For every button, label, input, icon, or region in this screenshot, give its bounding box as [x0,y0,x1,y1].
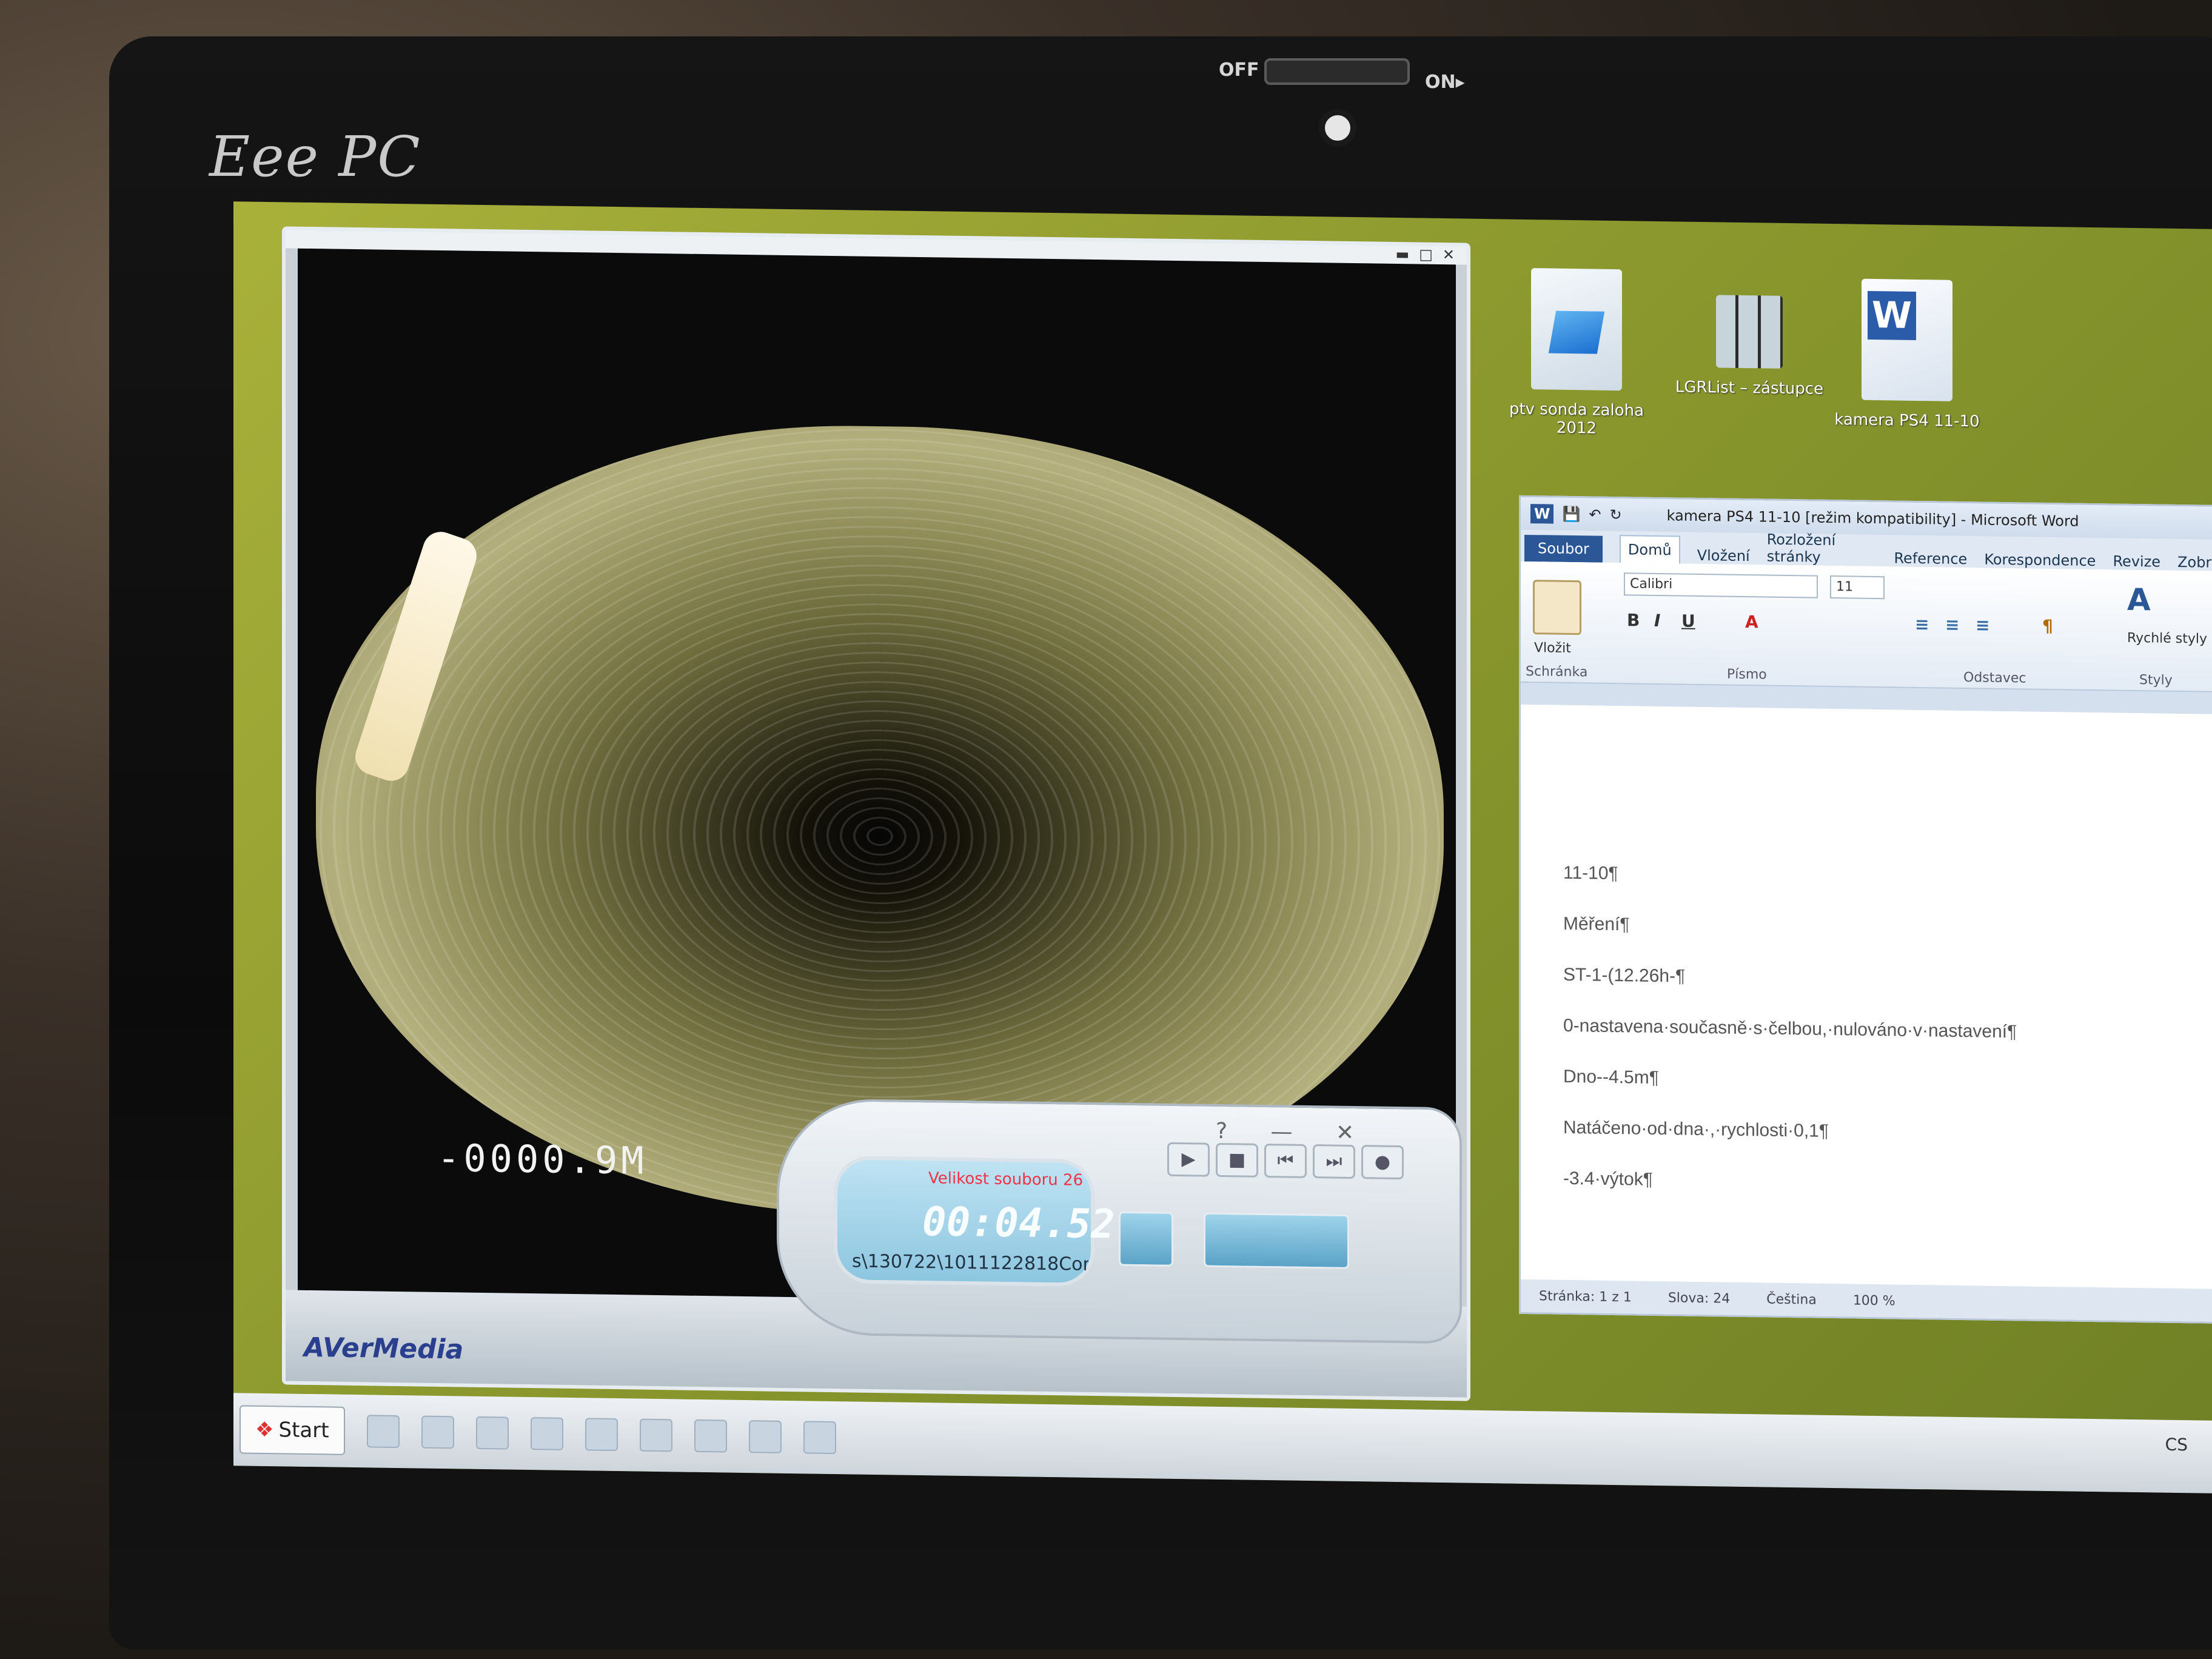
doc-line: Natáčeno·od·dna·,·rychlosti·0,1¶ [1563,1117,1829,1141]
align-center-icon[interactable]: ≡ [1945,615,1959,635]
tab-home[interactable]: Domů [1619,535,1680,564]
taskbar-explorer-icon[interactable] [366,1415,400,1449]
doc-line: 0-nastavena·současně·s·čelbou,·nulováno·… [1563,1015,2017,1042]
undo-icon[interactable]: ↶ [1589,506,1601,523]
previous-button[interactable]: ⏮ [1264,1143,1307,1178]
show-formatting-icon[interactable]: ¶ [2042,616,2053,636]
paste-button-label[interactable]: Vložit [1534,640,1571,656]
word-app-icon[interactable]: W [1530,504,1554,524]
font-size-select[interactable]: 11 [1830,575,1885,600]
tab-page-layout[interactable]: Rozložení stránky [1767,531,1877,567]
photo-background: Eee PC OFF ON▸ ptv sonda zaloha 2012 LGR… [0,0,2212,1659]
media-functions-tile[interactable] [1204,1212,1349,1269]
next-button[interactable]: ⏭ [1313,1144,1355,1179]
desktop-icon-label: ptv sonda zaloha 2012 [1509,400,1644,438]
doc-line: Měření¶ [1563,913,1630,935]
taskbar-monitor-icon[interactable] [748,1420,782,1453]
system-tray[interactable]: CS [2165,1435,2188,1455]
ribbon-home: Vložit Calibri 11 B I U A ≡ ≡ ≡ ¶ A Rych… [1521,561,2212,692]
desktop-icon-label: LGRList – zástupce [1675,378,1824,398]
tab-references[interactable]: Reference [1894,549,1967,568]
redo-icon[interactable]: ↻ [1609,506,1621,523]
tab-file[interactable]: Soubor [1524,534,1603,563]
close-icon[interactable]: ✕ [1443,246,1455,264]
taskbar-media-icon[interactable] [421,1415,454,1449]
depth-overlay: -0000.9M [437,1135,648,1183]
notepad-icon [1531,268,1622,391]
shortcut-grid-icon [1716,295,1783,369]
group-label-font: Písmo [1727,666,1767,683]
doc-line: -3.4·výtok¶ [1563,1168,1653,1190]
taskbar-word-icon[interactable] [475,1416,509,1450]
tray-language[interactable]: CS [2165,1435,2188,1455]
status-language[interactable]: Čeština [1766,1292,1817,1307]
start-label: Start [278,1418,329,1443]
doc-line: Dno--4.5m¶ [1563,1066,1659,1088]
group-label-clipboard: Schránka [1526,663,1588,680]
settings-snapshot-tile[interactable] [1119,1211,1173,1267]
status-page[interactable]: Stránka: 1 z 1 [1539,1289,1632,1305]
italic-button[interactable]: I [1654,611,1660,631]
camera-off-label: OFF [1219,59,1259,81]
doc-line: ST-1-(12.26h-¶ [1563,964,1686,987]
word-status-bar: Stránka: 1 z 1 Slova: 24 Čeština 100 % [1521,1279,2212,1322]
desktop-icon-lgrlist[interactable]: LGRList – zástupce [1671,294,1828,398]
doc-line: 11-10¶ [1563,862,1618,884]
paste-icon[interactable] [1533,580,1581,635]
group-label-paragraph: Odstavec [1963,670,2026,686]
word-window-title: kamera PS4 11-10 [režim kompatibility] -… [1666,507,2079,530]
underline-button[interactable]: U [1681,611,1695,631]
tab-insert[interactable]: Vložení [1697,547,1750,565]
taskbar-firefox-icon[interactable] [694,1419,727,1453]
play-button[interactable]: ▶ [1167,1142,1210,1177]
tab-view[interactable]: Zobra [2177,554,2212,571]
quick-styles-icon[interactable]: A [2127,582,2151,618]
camera-privacy-slider [1264,58,1410,85]
windows-logo-icon: ❖ [255,1417,274,1443]
stop-button[interactable]: ■ [1216,1142,1258,1178]
quick-styles-label[interactable]: Rychlé styly [2127,631,2207,647]
tab-mailings[interactable]: Korespondence [1984,551,2096,570]
word-window[interactable]: W 💾 ↶ ↻ kamera PS4 11-10 [režim kompatib… [1519,495,2212,1324]
webcam-lens [1319,109,1356,147]
save-icon[interactable]: 💾 [1562,506,1580,523]
tab-review[interactable]: Revize [2113,552,2160,570]
lcd-file-size: Velikost souboru 26 [928,1169,1084,1190]
status-zoom[interactable]: 100 % [1853,1293,1895,1309]
font-color-button[interactable]: A [1745,612,1758,632]
record-button[interactable]: ● [1361,1145,1404,1180]
lcd-recording-time: 00:04.52 [922,1198,1115,1248]
player-lcd-display: Velikost souboru 26 00:04.52 s\130722\10… [834,1156,1115,1287]
start-button[interactable]: ❖ Start [240,1405,345,1455]
align-right-icon[interactable]: ≡ [1976,615,1989,635]
minimize-icon[interactable]: ▬ [1396,246,1410,264]
laptop-brand-logo: Eee PC [209,124,421,189]
align-left-icon[interactable]: ≡ [1915,614,1929,634]
desktop-icon-word-document[interactable]: kamera PS4 11-10 [1810,278,2004,431]
player-window-controls[interactable]: ? — ✕ [1216,1119,1372,1146]
maximize-icon[interactable]: □ [1419,246,1433,264]
player-control-panel[interactable]: ? — ✕ Velikost souboru 26 00:04.52 s\130… [777,1098,1462,1344]
desktop-icon-label: kamera PS4 11-10 [1834,411,1980,431]
bold-button[interactable]: B [1627,610,1640,630]
group-label-styles: Styly [2139,672,2173,688]
font-name-select[interactable]: Calibri [1624,572,1818,598]
taskbar-powerpoint-icon[interactable] [530,1417,563,1450]
status-words[interactable]: Slova: 24 [1668,1290,1730,1306]
laptop-screen: ptv sonda zaloha 2012 LGRList – zástupce… [233,201,2212,1493]
taskbar-excel-icon[interactable] [585,1418,618,1452]
taskbar-folder-icon[interactable] [803,1421,836,1455]
camera-on-label: ON▸ [1425,72,1465,93]
avermedia-window[interactable]: ▬ □ ✕ -0000.9M AVerMedia ? — ✕ Velikost … [282,226,1470,1401]
document-body[interactable]: 11-10¶ Měření¶ ST-1-(12.26h-¶ 0-nastaven… [1521,704,2212,1260]
desktop-icon-notepad[interactable]: ptv sonda zaloha 2012 [1489,267,1664,438]
word-document-icon [1862,278,1952,401]
avermedia-logo: AVerMedia [304,1332,464,1366]
taskbar-save-icon[interactable] [639,1418,672,1452]
lcd-file-path: s\130722\1011122818Comp [852,1250,1088,1275]
